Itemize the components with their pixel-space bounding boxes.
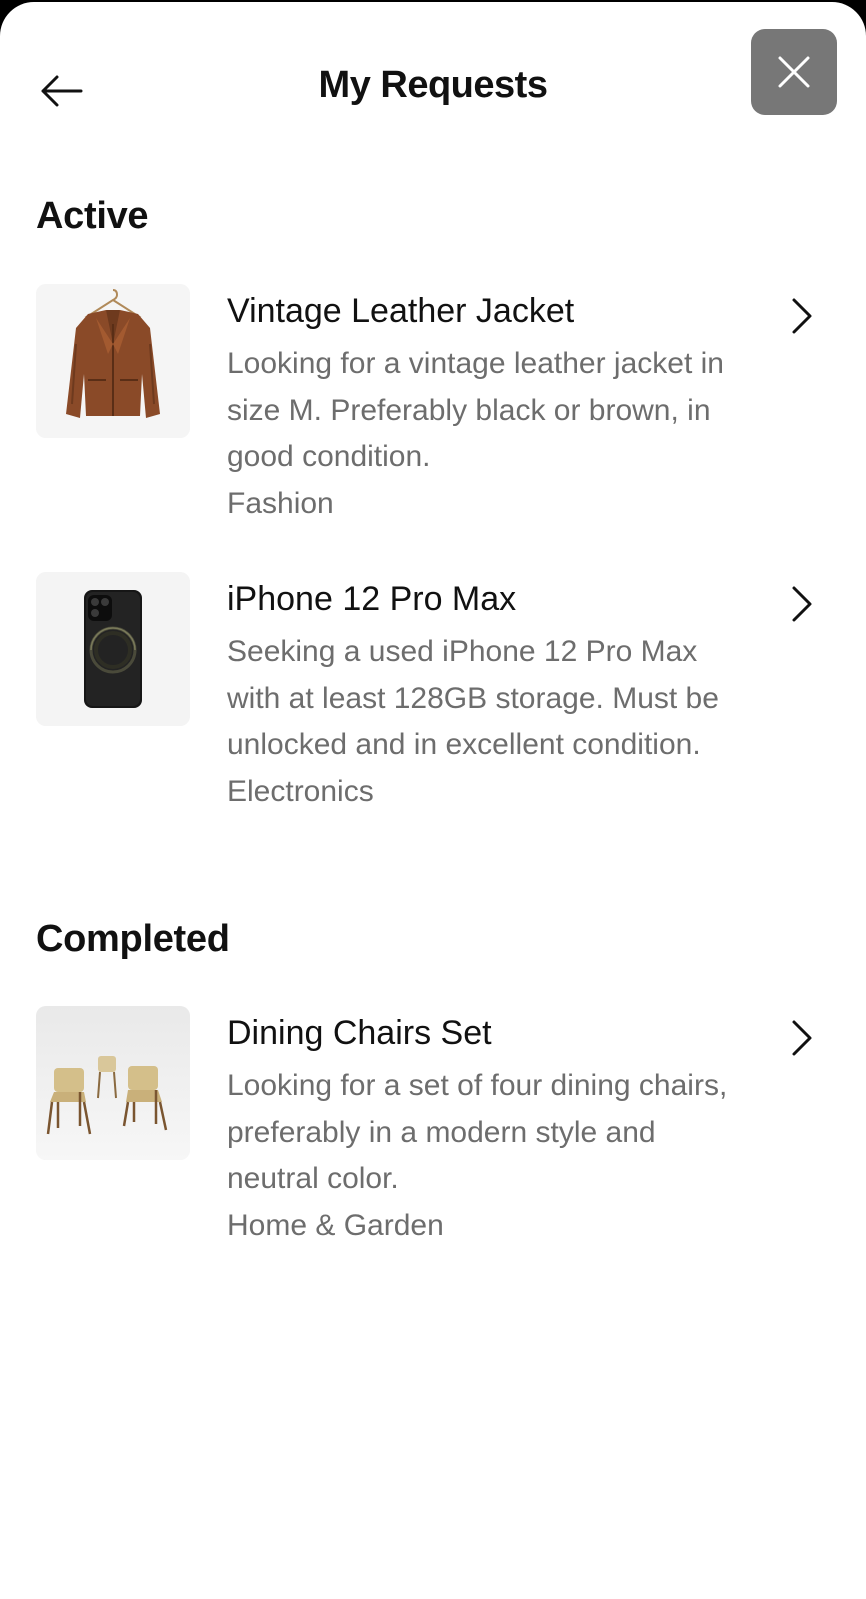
section-title-active: Active bbox=[36, 195, 149, 237]
request-category: Fashion bbox=[227, 486, 334, 520]
chevron-right-icon bbox=[782, 582, 822, 626]
dining-chairs-image bbox=[36, 1006, 190, 1160]
request-title: iPhone 12 Pro Max bbox=[227, 580, 517, 618]
section-title-completed: Completed bbox=[36, 918, 230, 960]
chevron-right-icon bbox=[782, 1016, 822, 1060]
iphone-image bbox=[36, 572, 190, 726]
request-title: Vintage Leather Jacket bbox=[227, 292, 575, 330]
request-item-leather-jacket[interactable]: Vintage Leather Jacket Looking for a vin… bbox=[0, 284, 866, 524]
request-item-dining-chairs[interactable]: Dining Chairs Set Looking for a set of f… bbox=[0, 1006, 866, 1246]
page-title: My Requests bbox=[318, 64, 548, 106]
request-category: Home & Garden bbox=[227, 1208, 444, 1242]
request-category: Electronics bbox=[227, 774, 374, 808]
request-description-block: Looking for a set of four dining chairs,… bbox=[227, 1063, 747, 1249]
request-description: Looking for a set of four dining chairs,… bbox=[227, 1069, 728, 1195]
requests-sheet: My Requests Active Vintage Leather Jacke… bbox=[0, 2, 866, 1599]
request-description: Seeking a used iPhone 12 Pro Max with at… bbox=[227, 635, 719, 761]
request-item-iphone[interactable]: iPhone 12 Pro Max Seeking a used iPhone … bbox=[0, 572, 866, 862]
request-title: Dining Chairs Set bbox=[227, 1014, 492, 1052]
close-button[interactable] bbox=[751, 29, 837, 115]
close-icon bbox=[778, 56, 810, 88]
request-description-block: Seeking a used iPhone 12 Pro Max with at… bbox=[227, 629, 747, 815]
request-description: Looking for a vintage leather jacket in … bbox=[227, 347, 724, 473]
leather-jacket-image bbox=[36, 284, 190, 438]
request-description-block: Looking for a vintage leather jacket in … bbox=[227, 341, 747, 527]
chevron-right-icon bbox=[782, 294, 822, 338]
